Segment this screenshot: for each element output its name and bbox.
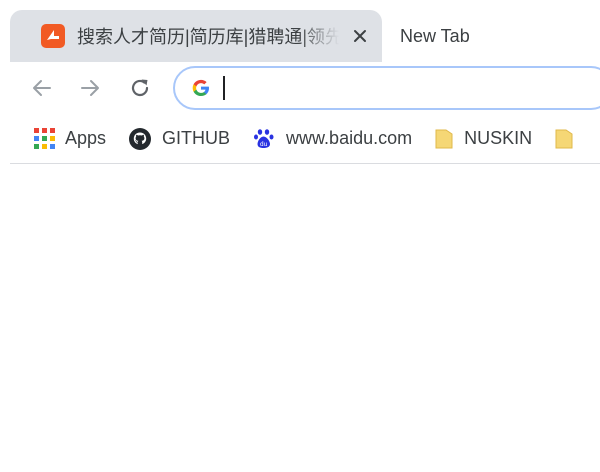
tab-new-tab[interactable]: New Tab [382,10,600,62]
address-bar[interactable] [173,66,600,110]
tab-title: New Tab [400,25,470,46]
google-g-icon [192,79,209,96]
apps-grid-icon [34,128,55,149]
bookmarks-bar: Apps GITHUB du www.baidu.com NUSKIN [10,114,600,164]
bookmark-overflow-folder[interactable] [548,121,580,157]
forward-arrow-icon [81,80,99,96]
bookmark-label: Apps [65,128,107,148]
bookmark-baidu[interactable]: du www.baidu.com [246,121,418,157]
forward-button[interactable] [76,74,104,102]
reload-icon [131,79,149,97]
text-caret [223,76,225,100]
baidu-paw-icon: du [254,128,274,148]
back-arrow-icon [33,80,51,96]
tab-title: 搜索人才简历|简历库|猎聘通|领先 [77,27,339,47]
svg-text:du: du [260,141,268,148]
back-button[interactable] [28,74,56,102]
tab-close-icon[interactable] [348,24,372,48]
folder-icon [435,129,453,148]
bookmark-label: GITHUB [162,128,231,148]
browser-toolbar [10,62,600,114]
liepin-favicon-icon [41,24,65,48]
bookmark-nuskin-folder[interactable]: NUSKIN [428,121,538,157]
bookmark-apps[interactable]: Apps [28,121,112,157]
reload-button[interactable] [126,74,154,102]
bookmark-label: NUSKIN [464,128,533,148]
github-icon [129,127,152,150]
bookmark-github[interactable]: GITHUB [122,121,236,157]
omnibox-input[interactable] [237,77,541,99]
page-content [10,164,600,472]
folder-icon [555,129,573,148]
tab-strip: 搜索人才简历|简历库|猎聘通|领先 New Tab [10,0,600,62]
bookmark-label: www.baidu.com [286,128,413,148]
tab-liepin[interactable]: 搜索人才简历|简历库|猎聘通|领先 [10,10,382,62]
